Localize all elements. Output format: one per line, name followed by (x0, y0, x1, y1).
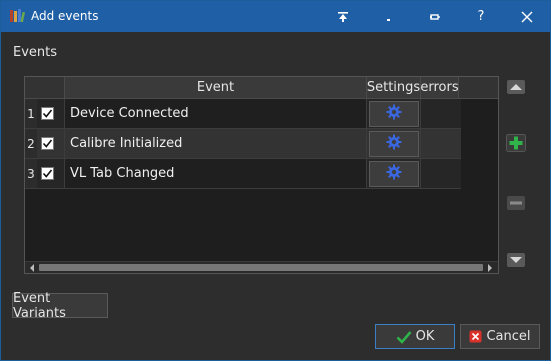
remove-icon (506, 195, 526, 215)
cancel-label: Cancel (486, 329, 531, 344)
checkmark-icon (42, 109, 53, 118)
event-variants-button[interactable]: Event Variants (12, 291, 108, 321)
event-name-cell[interactable]: Device Connected (65, 99, 367, 129)
table-row[interactable]: 2 Calibre Initialized (25, 129, 461, 159)
add-events-dialog: Add events ? Events Event Settings error… (0, 0, 551, 361)
table-corner (25, 77, 65, 99)
column-header-settings[interactable]: Settings (367, 77, 421, 99)
move-down-button[interactable] (505, 252, 527, 272)
event-name-cell[interactable]: VL Tab Changed (65, 159, 367, 189)
gear-icon (386, 104, 402, 124)
errors-cell (421, 129, 461, 159)
close-icon (521, 11, 533, 23)
ok-check-icon (396, 330, 412, 344)
table-row[interactable]: 3 VL Tab Changed (25, 159, 461, 189)
settings-cell (367, 159, 421, 189)
settings-cell (367, 99, 421, 129)
table-row[interactable]: 1 Device Connected (25, 99, 461, 129)
enable-cell (37, 159, 65, 189)
row-number: 1 (25, 99, 37, 129)
help-button[interactable]: ? (458, 1, 504, 32)
settings-cell (367, 129, 421, 159)
column-header-errors[interactable]: errors (420, 77, 459, 99)
horizontal-scrollbar[interactable] (25, 261, 498, 273)
restore-button[interactable] (412, 1, 458, 32)
errors-cell (421, 159, 461, 189)
events-table[interactable]: Event Settings errors 1 Device Connected (24, 76, 499, 274)
pin-top-icon (337, 11, 349, 23)
cancel-x-icon (469, 330, 482, 343)
header-filler (459, 77, 498, 99)
settings-button[interactable] (368, 130, 419, 157)
enable-cell (37, 99, 65, 129)
errors-cell (421, 99, 461, 129)
restore-icon (429, 11, 441, 23)
gear-icon (386, 134, 402, 154)
events-group-label: Events (13, 45, 58, 60)
minimize-button[interactable] (366, 1, 412, 32)
row-number: 2 (25, 129, 37, 159)
scrollbar-thumb[interactable] (39, 264, 483, 271)
close-button[interactable] (504, 1, 550, 32)
settings-button[interactable] (368, 160, 419, 187)
move-up-button[interactable] (505, 79, 527, 99)
help-icon: ? (477, 9, 485, 24)
calibre-app-icon (9, 8, 26, 24)
event-name-cell[interactable]: Calibre Initialized (65, 129, 367, 159)
ok-button[interactable]: OK (375, 324, 455, 349)
cancel-button[interactable]: Cancel (460, 324, 540, 349)
enable-checkbox[interactable] (41, 167, 54, 180)
move-down-icon (506, 252, 526, 272)
checkmark-icon (42, 139, 53, 148)
enable-checkbox[interactable] (41, 107, 54, 120)
scroll-right-icon[interactable] (485, 263, 495, 273)
row-number: 3 (25, 159, 37, 189)
checkmark-icon (42, 169, 53, 178)
gear-icon (386, 164, 402, 184)
add-event-button[interactable] (505, 134, 527, 156)
ok-label: OK (415, 329, 435, 344)
scroll-left-icon[interactable] (27, 263, 37, 273)
title-bar[interactable]: Add events ? (1, 1, 550, 32)
move-up-icon (506, 79, 526, 99)
enable-cell (37, 129, 65, 159)
pin-top-button[interactable] (320, 1, 366, 32)
enable-checkbox[interactable] (41, 137, 54, 150)
remove-event-button[interactable] (505, 195, 527, 215)
minimize-icon (384, 12, 394, 22)
window-title: Add events (31, 9, 99, 23)
column-header-event[interactable]: Event (65, 77, 367, 99)
settings-button[interactable] (368, 100, 419, 127)
add-icon (506, 134, 526, 156)
